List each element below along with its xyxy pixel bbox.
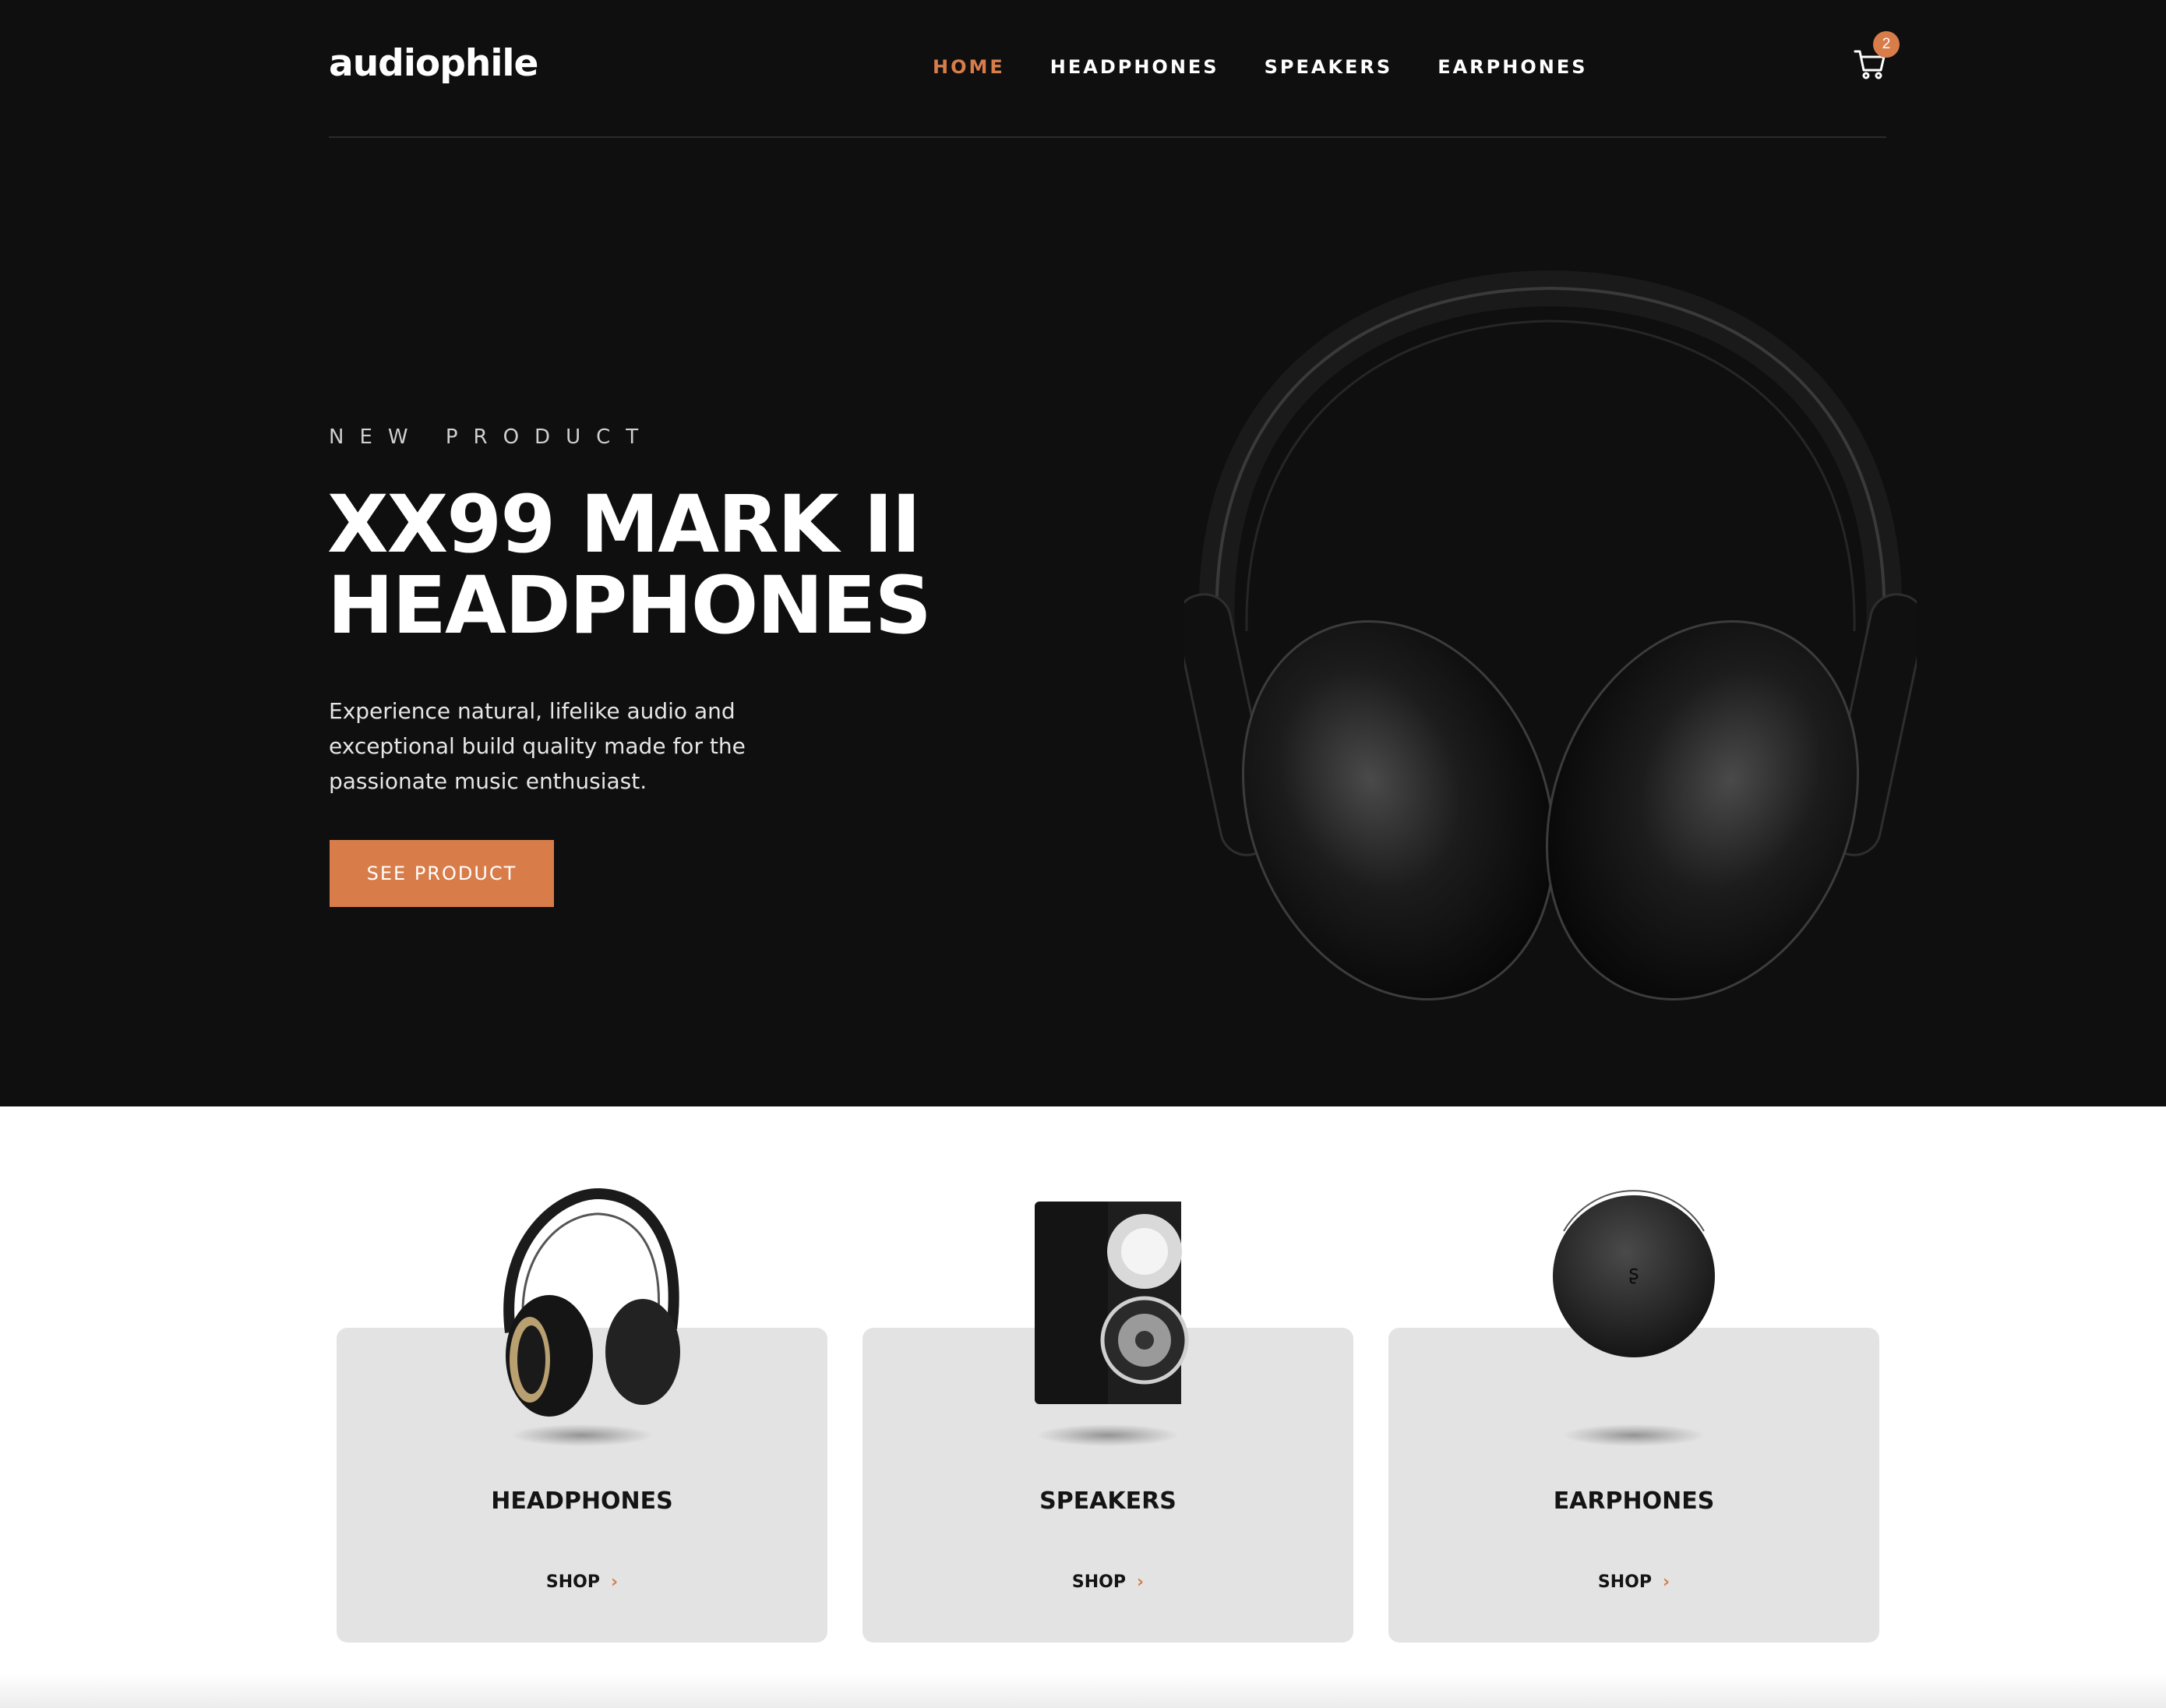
cart-button[interactable]: 2 xyxy=(1853,31,1900,81)
category-title-earphones: EARPHONES xyxy=(1553,1487,1715,1515)
shop-label: SHOP xyxy=(1071,1572,1126,1592)
hero-overline: NEW PRODUCT xyxy=(329,425,654,449)
see-product-button[interactable]: SEE PRODUCT xyxy=(330,840,554,907)
shop-headphones-link[interactable]: SHOP › xyxy=(337,1572,827,1592)
category-title-headphones: HEADPHONES xyxy=(491,1487,673,1515)
svg-text:ʂ: ʂ xyxy=(1628,1262,1639,1285)
nav-headphones-link[interactable]: HEADPHONES xyxy=(1050,56,1219,78)
hero-title-line-1: XX99 MARK II xyxy=(327,478,921,571)
hero-headphones-image xyxy=(1184,270,1917,1000)
chevron-right-icon: › xyxy=(611,1572,619,1592)
chevron-right-icon: › xyxy=(1663,1572,1670,1592)
brand-logo[interactable]: audiophile xyxy=(329,42,538,85)
headphones-icon xyxy=(503,1187,680,1417)
headphones-shadow xyxy=(512,1424,652,1446)
hero-section: audiophile HOME HEADPHONES SPEAKERS EARP… xyxy=(0,0,2166,1106)
page-bottom-fade xyxy=(0,1674,2166,1708)
earphones-shadow xyxy=(1564,1424,1704,1446)
hero-title-line-2: HEADPHONES xyxy=(327,559,932,652)
nav-divider xyxy=(329,136,1886,138)
hero-description: Experience natural, lifelike audio and e… xyxy=(329,698,746,794)
cart-count-badge: 2 xyxy=(1873,31,1900,58)
speaker-icon xyxy=(1035,1202,1189,1404)
shop-label: SHOP xyxy=(545,1572,600,1592)
nav-speakers-link[interactable]: SPEAKERS xyxy=(1265,56,1393,78)
category-title-speakers: SPEAKERS xyxy=(1039,1487,1176,1515)
main-nav: HOME HEADPHONES SPEAKERS EARPHONES xyxy=(933,56,1633,78)
shop-label: SHOP xyxy=(1597,1572,1652,1592)
shop-speakers-link[interactable]: SHOP › xyxy=(863,1572,1353,1592)
nav-earphones-link[interactable]: EARPHONES xyxy=(1438,56,1587,78)
shop-earphones-link[interactable]: SHOP › xyxy=(1388,1572,1879,1592)
chevron-right-icon: › xyxy=(1137,1572,1145,1592)
top-navigation: audiophile HOME HEADPHONES SPEAKERS EARP… xyxy=(0,0,2166,139)
speakers-shadow xyxy=(1038,1424,1178,1446)
earphones-case-icon: ʂ xyxy=(1553,1190,1715,1357)
nav-home-link[interactable]: HOME xyxy=(933,56,1005,78)
hero-title: XX99 MARK II HEADPHONES xyxy=(327,485,951,647)
